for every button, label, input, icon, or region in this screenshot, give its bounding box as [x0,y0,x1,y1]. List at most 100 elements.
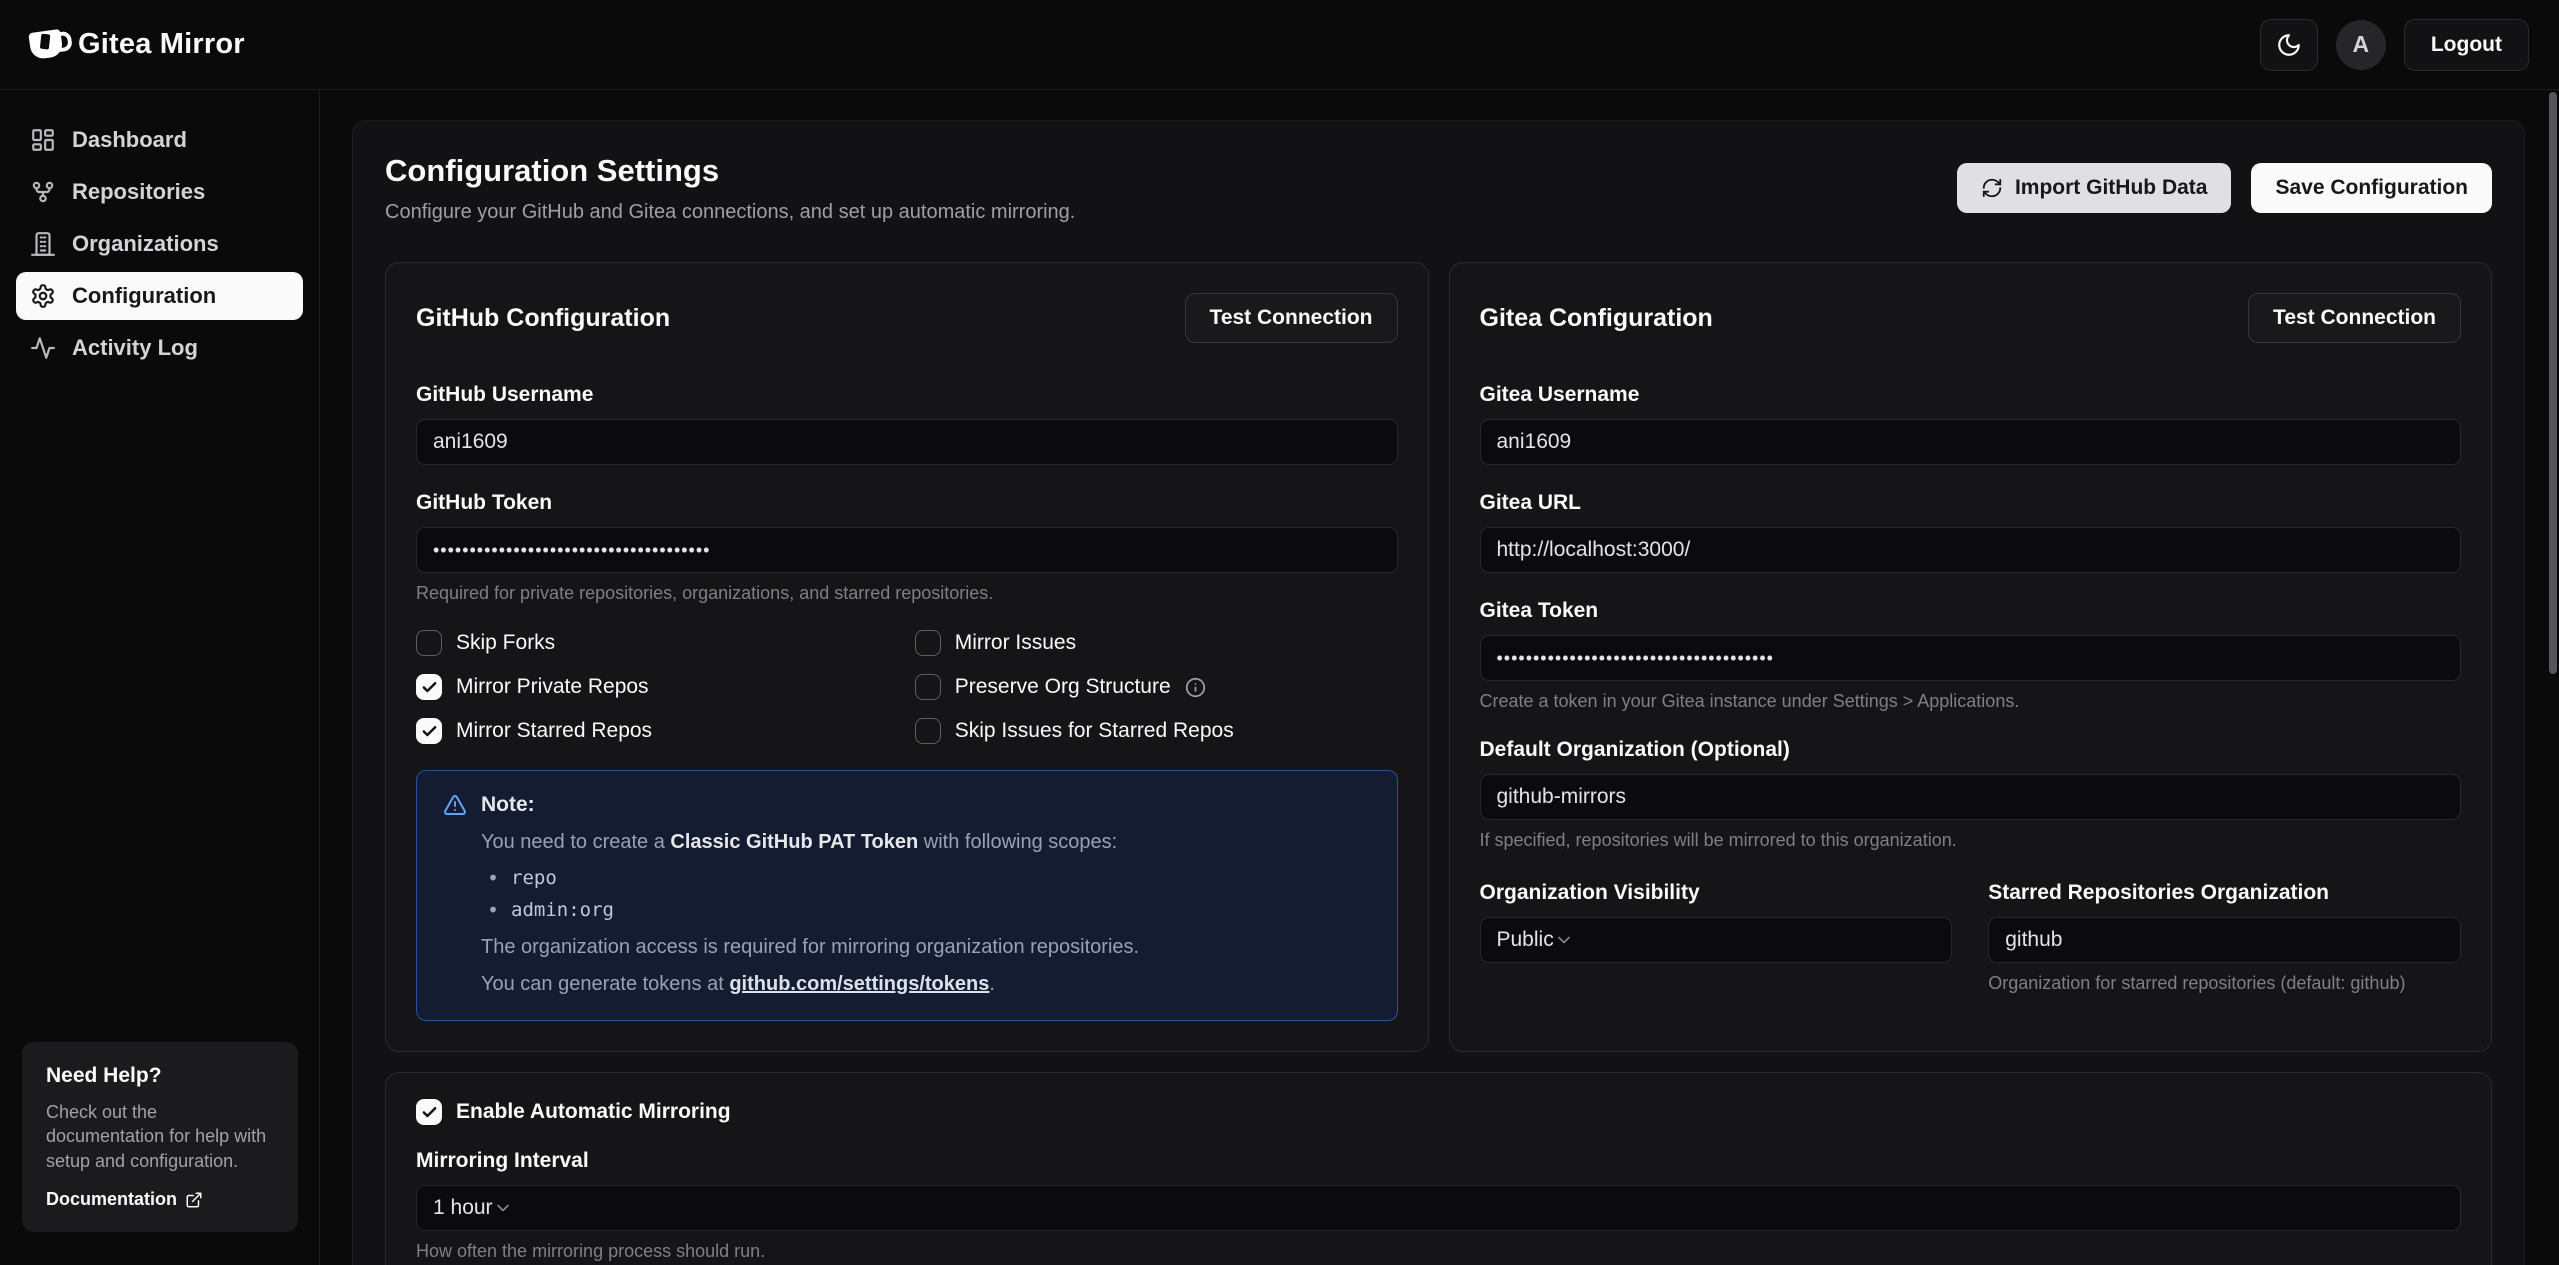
configuration-icon [30,283,56,309]
bullet-icon: • [487,866,499,890]
sidebar-item-label: Activity Log [72,335,198,361]
repositories-icon [30,179,56,205]
brand-link[interactable]: Gitea Mirror [30,28,245,61]
chevron-down-icon [493,1198,513,1218]
checkbox-mirror-private-repos[interactable]: Mirror Private Repos [416,674,899,700]
info-icon[interactable] [1185,677,1206,698]
checkbox-mirror-starred-repos[interactable]: Mirror Starred Repos [416,718,899,744]
dashboard-icon [30,127,56,153]
documentation-link[interactable]: Documentation [46,1189,274,1210]
mirroring-interval-helper: How often the mirroring process should r… [416,1241,2461,1262]
default-organization-label: Default Organization (Optional) [1480,738,2462,762]
main-content: Configuration Settings Configure your Gi… [320,90,2559,1265]
sidebar-item-label: Dashboard [72,127,187,153]
github-username-label: GitHub Username [416,383,1398,407]
github-username-input[interactable] [416,419,1398,465]
sidebar-item-label: Repositories [72,179,205,205]
configuration-panel: Configuration Settings Configure your Gi… [352,120,2525,1265]
mirroring-interval-select[interactable]: 1 hour [416,1185,2461,1231]
enable-automatic-mirroring-label: Enable Automatic Mirroring [456,1100,731,1124]
bullet-icon: • [487,898,499,922]
gitea-card-title: Gitea Configuration [1480,304,1713,333]
sidebar-item-organizations[interactable]: Organizations [16,220,303,268]
gitea-configuration-card: Gitea Configuration Test Connection Gite… [1449,262,2493,1052]
scope-list: • repo •admin:org [481,866,1371,922]
github-token-helper: Required for private repositories, organ… [416,583,1398,604]
gitea-test-connection-button[interactable]: Test Connection [2248,293,2461,343]
github-card-title: GitHub Configuration [416,304,670,333]
external-link-icon [185,1191,203,1209]
gitea-cup-logo-icon [28,29,63,60]
sidebar-item-activity-log[interactable]: Activity Log [16,324,303,372]
checkbox-skip-forks[interactable]: Skip Forks [416,630,899,656]
help-title: Need Help? [46,1064,274,1088]
starred-repositories-organization-label: Starred Repositories Organization [1988,881,2461,905]
enable-automatic-mirroring-checkbox[interactable]: Enable Automatic Mirroring [416,1099,2461,1125]
gitea-token-input[interactable] [1480,635,2462,681]
note-title: Note: [481,793,535,817]
top-navbar: Gitea Mirror A Logout [0,0,2559,90]
github-token-input[interactable] [416,527,1398,573]
sidebar-item-label: Configuration [72,283,216,309]
checkbox-label: Preserve Org Structure [955,675,1171,699]
import-button-label: Import GitHub Data [2015,176,2208,200]
gitea-url-input[interactable] [1480,527,2462,573]
gitea-url-label: Gitea URL [1480,491,2462,515]
sidebar-item-dashboard[interactable]: Dashboard [16,116,303,164]
refresh-icon [1981,177,2003,199]
checkbox-label: Mirror Private Repos [456,675,649,699]
import-github-data-button[interactable]: Import GitHub Data [1957,163,2232,213]
github-token-label: GitHub Token [416,491,1398,515]
default-organization-helper: If specified, repositories will be mirro… [1480,830,2462,851]
checkbox-box [416,674,442,700]
help-body: Check out the documentation for help wit… [46,1100,274,1173]
note-line-1: You need to create a Classic GitHub PAT … [481,831,1371,854]
avatar[interactable]: A [2336,20,2386,70]
checkbox-box [915,674,941,700]
scope-name: repo [511,867,557,889]
checkbox-label: Skip Issues for Starred Repos [955,719,1234,743]
vertical-scrollbar-thumb[interactable] [2549,92,2557,674]
checkbox-box [915,630,941,656]
gitea-token-label: Gitea Token [1480,599,2462,623]
github-note-box: Note: You need to create a Classic GitHu… [416,770,1398,1021]
starred-repositories-organization-input[interactable] [1988,917,2461,963]
organizations-icon [30,231,56,257]
documentation-link-label: Documentation [46,1189,177,1210]
sidebar: Dashboard Repositories Organizations Config… [0,90,320,1265]
automatic-mirroring-card: Enable Automatic Mirroring Mirroring Int… [385,1072,2492,1265]
gitea-username-input[interactable] [1480,419,2462,465]
mirroring-interval-label: Mirroring Interval [416,1149,2461,1173]
checkbox-preserve-org-structure[interactable]: Preserve Org Structure [915,674,1398,700]
gitea-token-helper: Create a token in your Gitea instance un… [1480,691,2462,712]
checkbox-label: Mirror Issues [955,631,1076,655]
page-title: Configuration Settings [385,153,1075,189]
sidebar-nav: Dashboard Repositories Organizations Config… [0,116,319,372]
gitea-username-label: Gitea Username [1480,383,2462,407]
checkbox-mirror-issues[interactable]: Mirror Issues [915,630,1398,656]
organization-visibility-value: Public [1497,928,1554,952]
checkbox-skip-issues-for-starred-repos[interactable]: Skip Issues for Starred Repos [915,718,1398,744]
theme-toggle-button[interactable] [2260,19,2318,71]
sidebar-item-configuration[interactable]: Configuration [16,272,303,320]
checkbox-box [416,1099,442,1125]
alert-triangle-icon [443,793,467,817]
tokens-settings-link[interactable]: github.com/settings/tokens [729,973,989,995]
organization-visibility-select[interactable]: Public [1480,917,1953,963]
chevron-down-icon [1554,930,1574,950]
github-configuration-card: GitHub Configuration Test Connection Git… [385,262,1429,1052]
moon-icon [2276,32,2302,58]
page-subtitle: Configure your GitHub and Gitea connecti… [385,201,1075,224]
checkbox-box [416,718,442,744]
note-line-2: The organization access is required for … [481,936,1371,959]
logout-button[interactable]: Logout [2404,19,2529,71]
default-organization-input[interactable] [1480,774,2462,820]
scope-item: • repo [487,866,1371,890]
activity-log-icon [30,335,56,361]
scope-item: •admin:org [487,898,1371,922]
github-test-connection-button[interactable]: Test Connection [1185,293,1398,343]
save-configuration-button[interactable]: Save Configuration [2251,163,2492,213]
brand-name: Gitea Mirror [78,28,245,61]
starred-organization-helper: Organization for starred repositories (d… [1988,973,2461,994]
sidebar-item-repositories[interactable]: Repositories [16,168,303,216]
